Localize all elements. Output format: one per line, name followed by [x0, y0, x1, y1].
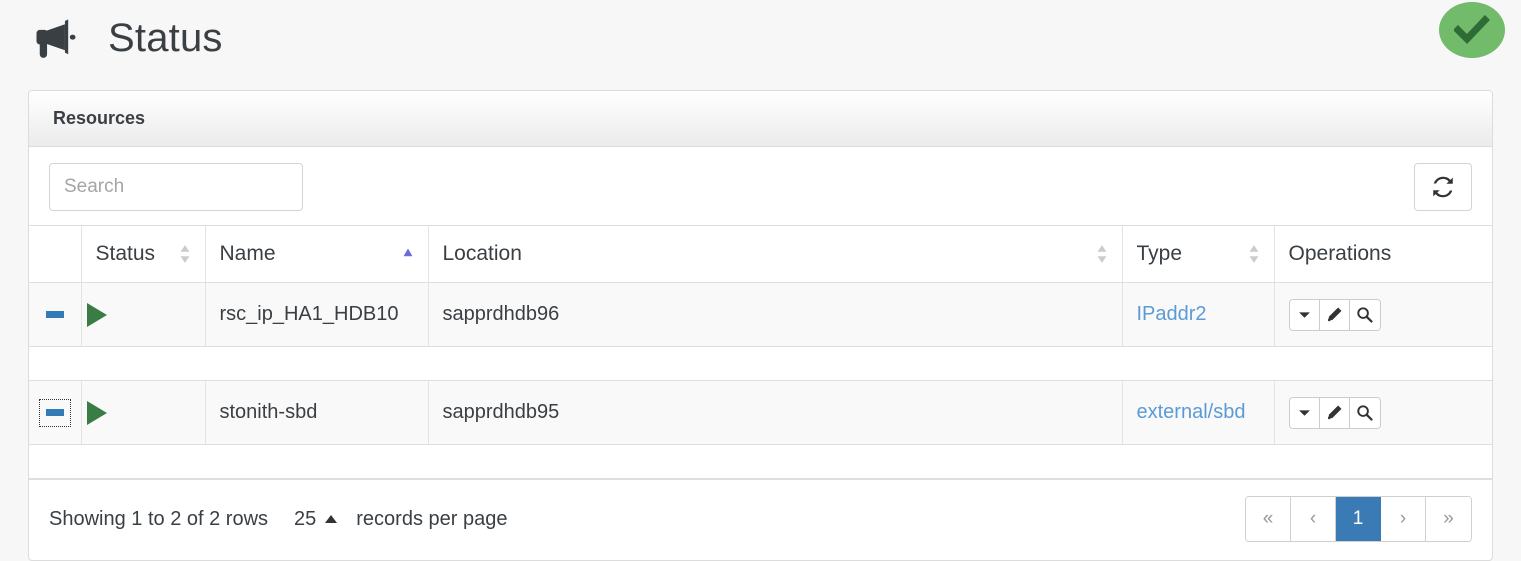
table-row-detail	[29, 346, 1492, 381]
panel-title: Resources	[53, 108, 146, 128]
refresh-icon	[1433, 176, 1453, 198]
page-header: Status	[0, 0, 1521, 76]
cell-location: sapprdhdb96	[428, 282, 1123, 347]
table-toolbar	[29, 147, 1492, 225]
column-header-operations-label: Operations	[1288, 242, 1392, 265]
showing-rows-text: Showing 1 to 2 of 2 rows	[49, 507, 269, 530]
cell-status	[81, 380, 206, 445]
pagination-prev-button[interactable]: ‹	[1291, 497, 1336, 541]
pagination-info: Showing 1 to 2 of 2 rows 25 records per …	[49, 508, 507, 531]
caret-up-icon	[325, 515, 338, 523]
operations-button-group	[1288, 396, 1381, 429]
refresh-button[interactable]	[1414, 163, 1472, 211]
caret-down-icon	[1298, 410, 1310, 416]
magnifier-icon	[1357, 307, 1373, 323]
play-icon	[86, 302, 107, 327]
row-expander-toggle[interactable]	[38, 398, 71, 427]
magnifier-icon	[1357, 405, 1373, 421]
column-header-location[interactable]: Location	[428, 225, 1123, 283]
pencil-icon	[1327, 405, 1341, 420]
operation-dropdown-button[interactable]	[1289, 397, 1320, 428]
row-expander-toggle[interactable]	[39, 301, 71, 329]
cell-operations	[1274, 282, 1492, 347]
row-detail-content	[29, 346, 1492, 381]
pencil-icon	[1327, 307, 1341, 322]
table-row: stonith-sbd sapprdhdb95 external/sbd	[29, 380, 1492, 445]
cell-expander	[29, 380, 82, 445]
table-row: rsc_ip_HA1_HDB10 sapprdhdb96 IPaddr2	[29, 282, 1492, 347]
status-badge	[1439, 2, 1505, 58]
minus-icon	[45, 409, 64, 416]
column-header-location-label: Location	[442, 242, 522, 265]
pagination: « ‹ 1 › »	[1245, 496, 1472, 542]
pagination-last-button[interactable]: »	[1426, 497, 1471, 541]
column-header-status-label: Status	[95, 242, 156, 265]
table-row-detail	[29, 444, 1492, 479]
column-header-type[interactable]: Type	[1122, 225, 1275, 283]
records-per-page-label: records per page	[356, 507, 508, 530]
cell-status	[81, 282, 206, 347]
cell-type: IPaddr2	[1122, 282, 1275, 347]
sort-both-icon	[1249, 245, 1258, 263]
operation-details-button[interactable]	[1349, 299, 1380, 330]
resources-panel: Resources Search Status Name Location Ty…	[28, 90, 1493, 561]
cell-name: rsc_ip_HA1_HDB10	[205, 282, 429, 347]
operations-button-group	[1288, 298, 1381, 331]
page-size-dropdown[interactable]: 25	[294, 508, 338, 531]
table-body: rsc_ip_HA1_HDB10 sapprdhdb96 IPaddr2 sto…	[29, 282, 1492, 479]
table-head: Status Name Location Type Operations	[29, 225, 1492, 283]
cell-type: external/sbd	[1122, 380, 1275, 445]
minus-icon	[45, 311, 64, 318]
page-size-value: 25	[294, 507, 317, 530]
cell-name: stonith-sbd	[205, 380, 429, 445]
pagination-page-1-button[interactable]: 1	[1336, 497, 1381, 541]
pagination-next-button[interactable]: ›	[1381, 497, 1426, 541]
table-footer: Showing 1 to 2 of 2 rows 25 records per …	[29, 479, 1492, 560]
operation-details-button[interactable]	[1349, 397, 1380, 428]
resource-type-link[interactable]: external/sbd	[1137, 401, 1246, 423]
cell-expander	[29, 282, 82, 347]
column-header-operations: Operations	[1274, 225, 1492, 283]
bullhorn-icon	[36, 19, 76, 58]
pagination-first-button[interactable]: «	[1246, 497, 1291, 541]
column-header-name[interactable]: Name	[205, 225, 429, 283]
column-header-expand	[29, 225, 82, 283]
table-header-row: Status Name Location Type Operations	[29, 225, 1492, 283]
search-input[interactable]	[49, 163, 303, 211]
sort-both-icon	[180, 245, 189, 263]
resource-type-link[interactable]: IPaddr2	[1137, 303, 1207, 325]
panel-body: Status Name	[29, 147, 1492, 560]
column-header-status[interactable]: Status	[81, 225, 206, 283]
row-detail-content	[29, 444, 1492, 479]
page-title: Status	[108, 16, 223, 60]
check-icon	[1454, 15, 1490, 45]
play-icon	[86, 400, 107, 425]
operation-dropdown-button[interactable]	[1289, 299, 1320, 330]
operation-edit-button[interactable]	[1319, 397, 1350, 428]
sort-both-icon	[1097, 245, 1106, 263]
cell-location: sapprdhdb95	[428, 380, 1123, 445]
column-header-type-label: Type	[1136, 242, 1183, 265]
panel-heading: Resources	[29, 91, 1492, 147]
cell-operations	[1274, 380, 1492, 445]
sort-asc-icon	[403, 248, 412, 257]
caret-down-icon	[1298, 312, 1310, 318]
column-header-name-label: Name	[219, 242, 276, 265]
resources-table: Status Name Location Type Operations rsc…	[29, 225, 1492, 479]
operation-edit-button[interactable]	[1319, 299, 1350, 330]
